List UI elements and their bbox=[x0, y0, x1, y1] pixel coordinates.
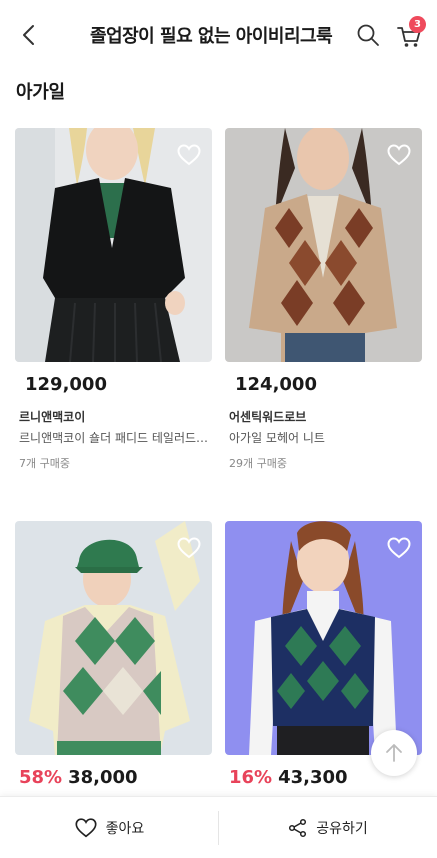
arrow-up-icon bbox=[386, 744, 402, 762]
brand-name[interactable]: 어센틱워드로브 bbox=[229, 408, 306, 425]
scroll-top-button[interactable] bbox=[371, 730, 417, 776]
section-title: 아가일 bbox=[16, 82, 65, 103]
price-row: 16% 43,300 bbox=[229, 767, 348, 788]
like-label: 좋아요 bbox=[105, 821, 145, 837]
buyer-count: 7개 구매중 bbox=[19, 457, 70, 470]
price: 38,000 bbox=[68, 767, 138, 788]
bottom-action-bar: 좋아요 공유하기 bbox=[0, 796, 437, 858]
price-row: 58% 38,000 bbox=[19, 767, 138, 788]
price-row: 129,000 bbox=[19, 374, 107, 395]
heart-icon[interactable] bbox=[176, 142, 202, 168]
top-app-bar: 졸업장이 필요 없는 아이비리그룩 3 bbox=[0, 0, 437, 70]
brand-name[interactable]: 르니앤맥코이 bbox=[19, 408, 85, 425]
price: 124,000 bbox=[235, 374, 317, 395]
share-button[interactable]: 공유하기 bbox=[219, 797, 437, 858]
page-title: 졸업장이 필요 없는 아이비리그룩 bbox=[90, 26, 333, 47]
price: 129,000 bbox=[25, 374, 107, 395]
heart-icon bbox=[75, 818, 97, 838]
like-button[interactable]: 좋아요 bbox=[0, 797, 218, 858]
discount-rate: 16% bbox=[229, 767, 273, 788]
share-label: 공유하기 bbox=[316, 821, 368, 837]
heart-icon[interactable] bbox=[386, 142, 412, 168]
share-icon bbox=[289, 818, 307, 838]
heart-icon[interactable] bbox=[386, 535, 412, 561]
product-name[interactable]: 르니앤맥코이 숄더 패디드 테일러드 자켓 bbox=[19, 429, 211, 446]
price: 43,300 bbox=[278, 767, 348, 788]
product-name[interactable]: 아가일 모헤어 니트 bbox=[229, 429, 421, 446]
discount-rate: 58% bbox=[19, 767, 63, 788]
price-row: 124,000 bbox=[229, 374, 317, 395]
search-icon[interactable] bbox=[355, 22, 381, 48]
back-icon[interactable] bbox=[16, 22, 42, 48]
heart-icon[interactable] bbox=[176, 535, 202, 561]
buyer-count: 29개 구매중 bbox=[229, 457, 287, 470]
cart-count-badge: 3 bbox=[409, 16, 426, 33]
